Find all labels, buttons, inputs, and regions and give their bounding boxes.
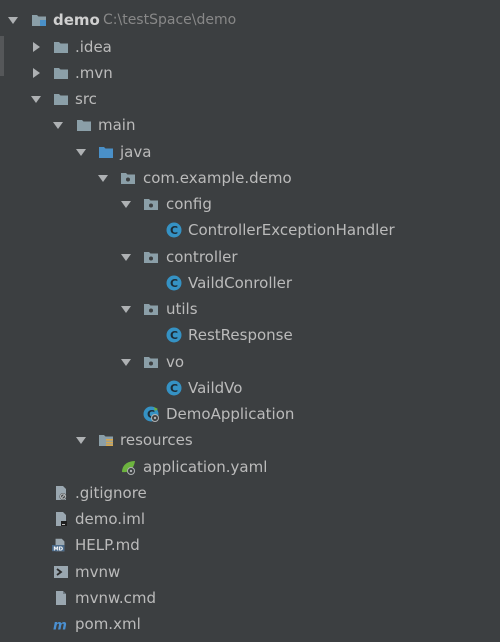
expand-arrow-icon[interactable] xyxy=(30,93,42,105)
tree-item-idea[interactable]: .idea xyxy=(0,34,500,60)
tree-item-label: pom.xml xyxy=(75,615,141,633)
tree-item-config-file[interactable]: application.yaml xyxy=(0,454,500,480)
expand-arrow-icon[interactable] xyxy=(52,119,64,131)
folder-icon xyxy=(77,120,91,131)
tree-item-label: .idea xyxy=(75,38,112,56)
tree-item-src[interactable]: src xyxy=(0,86,500,112)
tree-item-label: config xyxy=(166,195,212,213)
tree-item-main-class[interactable]: C DemoApplication xyxy=(0,401,500,427)
text-file-icon xyxy=(56,591,66,605)
expand-arrow-icon[interactable] xyxy=(75,146,87,158)
tree-item-main[interactable]: main xyxy=(0,112,500,138)
tree-item-file[interactable]: mvnw.cmd xyxy=(0,585,500,611)
tree-item-label: com.example.demo xyxy=(143,169,292,187)
tree-item-file[interactable]: mvnw xyxy=(0,559,500,585)
class-icon: C xyxy=(166,380,182,396)
folder-icon xyxy=(54,94,68,105)
tree-item-label: utils xyxy=(166,300,198,318)
tree-item-vo[interactable]: vo xyxy=(0,349,500,375)
resources-folder-icon xyxy=(99,435,113,446)
collapsed-arrow-icon[interactable] xyxy=(30,41,42,53)
tree-item-file[interactable]: m pom.xml xyxy=(0,611,500,637)
tree-item-label: .mvn xyxy=(75,64,113,82)
package-icon xyxy=(144,304,158,315)
shell-file-icon xyxy=(54,566,68,578)
tree-item-class[interactable]: C VaildConroller xyxy=(0,270,500,296)
tree-item-resources[interactable]: resources xyxy=(0,427,500,453)
tree-item-label: DemoApplication xyxy=(166,405,295,423)
svg-text:MD: MD xyxy=(53,546,63,552)
tree-item-label: demo.iml xyxy=(75,510,145,528)
tree-item-label: RestResponse xyxy=(188,326,293,344)
tree-item-java[interactable]: java xyxy=(0,139,500,165)
package-icon xyxy=(144,252,158,263)
tree-item-label: application.yaml xyxy=(143,458,268,476)
collapsed-arrow-icon[interactable] xyxy=(30,67,42,79)
class-icon: C xyxy=(166,222,182,238)
tree-item-class[interactable]: C VaildVo xyxy=(0,375,500,401)
project-tree[interactable]: demo C:\testSpace\demo .idea .mvn src ma… xyxy=(0,0,500,642)
folder-icon xyxy=(54,68,68,79)
maven-pom-icon: m xyxy=(53,618,67,632)
expand-arrow-icon[interactable] xyxy=(97,172,109,184)
expand-arrow-icon[interactable] xyxy=(7,14,19,26)
class-icon: C xyxy=(166,275,182,291)
svg-text:C: C xyxy=(170,277,178,290)
tree-item-label: mvnw xyxy=(75,563,121,581)
tree-item-label: src xyxy=(75,90,97,108)
expand-arrow-icon[interactable] xyxy=(75,434,87,446)
class-icon: C xyxy=(166,327,182,343)
package-icon xyxy=(144,199,158,210)
spring-boot-class-icon: C xyxy=(143,406,159,422)
project-path: C:\testSpace\demo xyxy=(103,12,237,28)
tree-item-label: .gitignore xyxy=(75,484,147,502)
tree-item-utils[interactable]: utils xyxy=(0,296,500,322)
svg-text:C: C xyxy=(170,382,178,395)
tree-item-demo[interactable]: demo C:\testSpace\demo xyxy=(0,7,500,33)
iml-file-icon xyxy=(56,512,67,526)
markdown-file-icon: MD xyxy=(52,538,65,552)
tree-item-file[interactable]: MD HELP.md xyxy=(0,532,500,558)
package-icon xyxy=(121,173,135,184)
tree-item-label: demo xyxy=(53,11,100,29)
tree-item-label: HELP.md xyxy=(75,536,140,554)
tree-item-config[interactable]: config xyxy=(0,191,500,217)
spring-yaml-icon xyxy=(122,461,135,475)
expand-arrow-icon[interactable] xyxy=(120,251,132,263)
tree-item-label: mvnw.cmd xyxy=(75,589,157,607)
tree-item-label: VaildVo xyxy=(188,379,243,397)
tree-item-label: vo xyxy=(166,353,185,371)
tree-item-package-root[interactable]: com.example.demo xyxy=(0,165,500,191)
tree-item-mvn[interactable]: .mvn xyxy=(0,60,500,86)
tree-item-file[interactable]: .gitignore xyxy=(0,480,500,506)
expand-arrow-icon[interactable] xyxy=(120,198,132,210)
tree-item-file[interactable]: demo.iml xyxy=(0,506,500,532)
tree-item-label: java xyxy=(120,143,152,161)
tree-item-class[interactable]: C ControllerExceptionHandler xyxy=(0,217,500,243)
expand-arrow-icon[interactable] xyxy=(120,356,132,368)
tree-item-label: resources xyxy=(120,431,193,449)
tree-item-label: VaildConroller xyxy=(188,274,293,292)
svg-text:m: m xyxy=(53,618,67,632)
source-folder-icon xyxy=(99,147,113,158)
folder-icon xyxy=(54,42,68,53)
module-folder-icon xyxy=(32,15,46,26)
expand-arrow-icon[interactable] xyxy=(120,303,132,315)
tree-item-class[interactable]: C RestResponse xyxy=(0,322,500,348)
tree-item-label: ControllerExceptionHandler xyxy=(188,221,395,239)
tree-item-controller[interactable]: controller xyxy=(0,244,500,270)
ignored-file-icon xyxy=(56,486,67,500)
svg-text:C: C xyxy=(170,224,178,237)
package-icon xyxy=(144,357,158,368)
tree-item-label: controller xyxy=(166,248,238,266)
svg-text:C: C xyxy=(170,329,178,342)
tree-item-label: main xyxy=(98,116,136,134)
